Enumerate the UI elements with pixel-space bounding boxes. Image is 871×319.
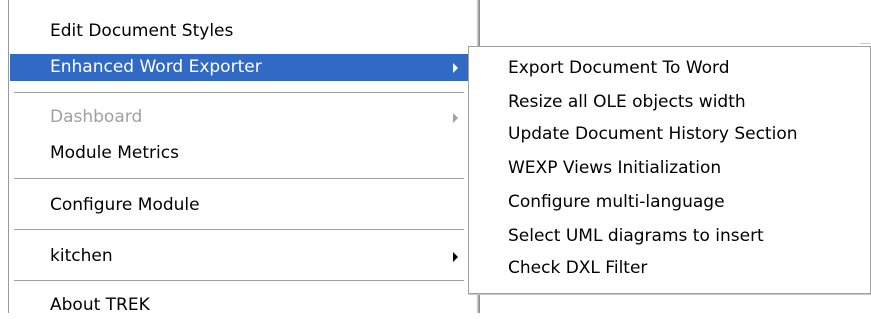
submenu-item-configure-multi-language[interactable]: Configure multi-language xyxy=(469,187,869,217)
submenu-item-resize-ole-objects[interactable]: Resize all OLE objects width xyxy=(469,87,869,117)
menu-item-kitchen[interactable]: kitchen xyxy=(10,243,468,270)
menu-item-module-metrics[interactable]: Module Metrics xyxy=(10,140,468,167)
menu-item-label: Configure Module xyxy=(50,195,200,215)
submenu-item-label: Check DXL Filter xyxy=(508,258,648,278)
menu-separator xyxy=(14,178,464,180)
submenu-item-wexp-views-initialization[interactable]: WEXP Views Initialization xyxy=(469,153,869,183)
submenu-enhanced-word-exporter: Export Document To Word Resize all OLE o… xyxy=(468,46,871,294)
submenu-bottom-shadow xyxy=(468,294,871,295)
menu-item-edit-document-styles[interactable]: Edit Document Styles xyxy=(10,18,468,45)
submenu-item-check-dxl-filter[interactable]: Check DXL Filter xyxy=(469,253,869,283)
submenu-item-label: Resize all OLE objects width xyxy=(508,92,746,112)
submenu-item-label: Update Document History Section xyxy=(508,124,798,144)
menu-item-label: Enhanced Word Exporter xyxy=(50,57,262,77)
submenu-arrow-icon xyxy=(453,63,458,73)
menu-separator xyxy=(14,229,464,231)
menu-separator xyxy=(14,280,464,282)
submenu-item-label: Export Document To Word xyxy=(508,58,730,78)
background-divider-line xyxy=(860,43,871,44)
menu-item-label: About TREK xyxy=(50,295,150,315)
menu-item-label: Dashboard xyxy=(50,107,143,127)
submenu-item-export-document-to-word[interactable]: Export Document To Word xyxy=(469,53,869,83)
menu-item-label: Edit Document Styles xyxy=(50,21,234,41)
submenu-item-label: Select UML diagrams to insert xyxy=(508,226,764,246)
window-frame-left-edge xyxy=(8,0,9,313)
submenu-item-select-uml-diagrams[interactable]: Select UML diagrams to insert xyxy=(469,221,869,251)
menu-separator xyxy=(14,92,464,94)
submenu-item-label: WEXP Views Initialization xyxy=(508,158,722,178)
menu-item-label: kitchen xyxy=(50,246,113,266)
menu-item-label: Module Metrics xyxy=(50,143,179,163)
submenu-arrow-icon xyxy=(453,252,458,262)
menu-item-configure-module[interactable]: Configure Module xyxy=(10,192,468,219)
menu-item-dashboard: Dashboard xyxy=(10,104,468,131)
menu-item-about-trek[interactable]: About TREK xyxy=(10,292,468,319)
menu-item-enhanced-word-exporter[interactable]: Enhanced Word Exporter xyxy=(10,54,468,81)
submenu-arrow-icon xyxy=(453,113,458,123)
submenu-item-update-document-history[interactable]: Update Document History Section xyxy=(469,119,869,149)
submenu-item-label: Configure multi-language xyxy=(508,192,725,212)
